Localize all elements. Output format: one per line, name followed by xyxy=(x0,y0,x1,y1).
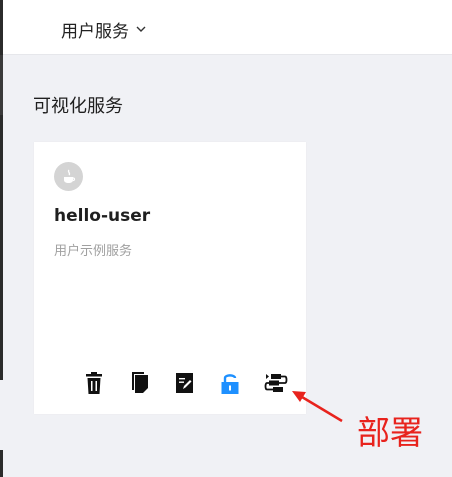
annotation-label: 部署 xyxy=(357,413,423,452)
